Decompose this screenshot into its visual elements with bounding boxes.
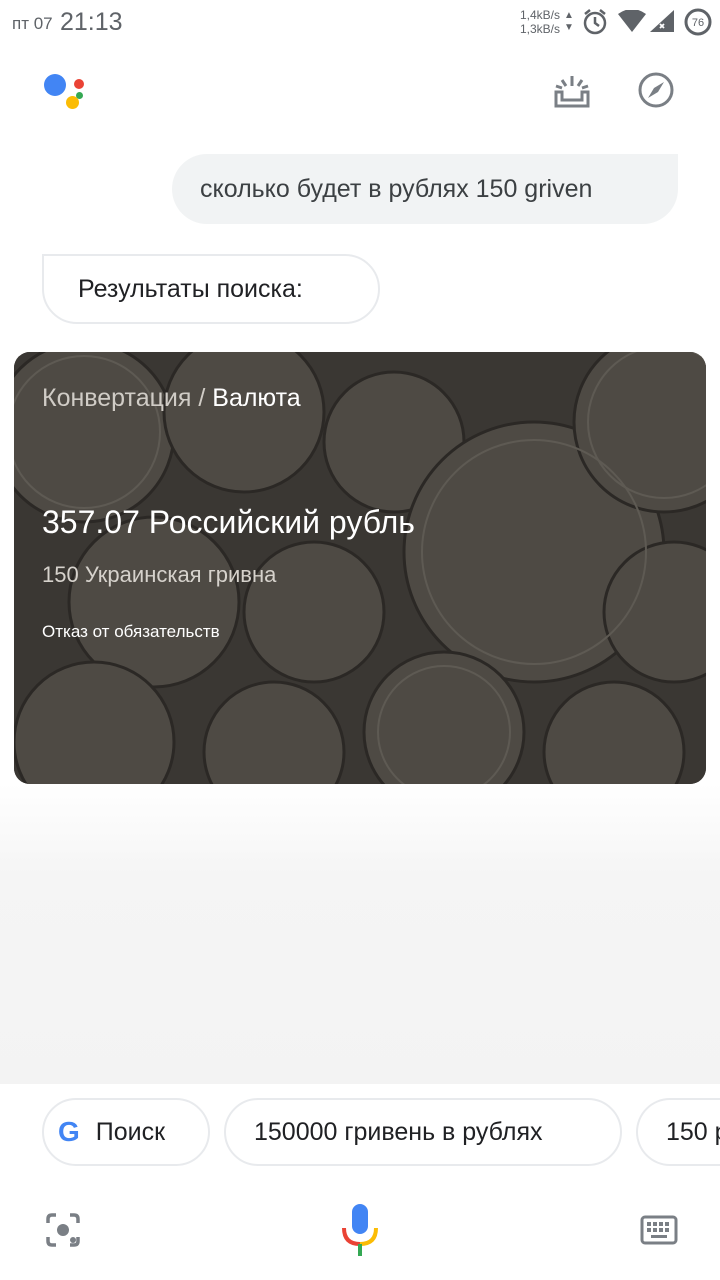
lens-button[interactable] [38, 1200, 88, 1264]
lens-icon [44, 1211, 82, 1254]
suggestion-chip-label: 150000 гривень в рублях [254, 1117, 543, 1146]
status-time: 21:13 [60, 8, 123, 36]
logo-red-dot [74, 79, 84, 89]
suggestion-chip-label: Поиск [95, 1117, 166, 1146]
suggestion-chips: G Поиск 150000 гривень в рублях 150 р [0, 1084, 720, 1280]
conversion-result: 357.07 Российский рубль [42, 504, 415, 540]
user-query-bubble[interactable]: сколько будет в рублях 150 griven [172, 154, 678, 224]
microphone-button[interactable] [334, 1200, 386, 1264]
wifi-icon [618, 9, 646, 37]
keyboard-icon [640, 1215, 678, 1250]
disclaimer-link[interactable]: Отказ от обязательств [42, 622, 220, 642]
battery-level: 76 [692, 17, 704, 29]
suggestion-chip-search[interactable]: G Поиск [42, 1098, 210, 1166]
currency-conversion-card[interactable]: Конвертация / Валюта 357.07 Российский р… [14, 352, 706, 784]
transfer-arrows-icon: ▲ ▼ [564, 10, 574, 33]
conversation-empty-area [0, 784, 720, 1084]
conversion-source-amount: 150 Украинская гривна [42, 562, 277, 587]
keyboard-button[interactable] [634, 1200, 684, 1264]
logo-blue-dot [44, 74, 66, 96]
card-category-prefix: Конвертация / [42, 384, 213, 412]
explore-button[interactable] [634, 70, 678, 114]
signal-icon [650, 10, 674, 37]
speed-up: 1,4kB/s [520, 8, 561, 22]
snapshot-icon [552, 70, 592, 115]
google-assistant-logo [40, 70, 90, 114]
card-category-main: Валюта [212, 384, 301, 412]
suggestion-chip[interactable]: 150000 гривень в рублях [224, 1098, 622, 1166]
speed-down: 1,3kB/s [520, 22, 561, 36]
explore-compass-icon [636, 70, 676, 115]
card-category: Конвертация / Валюта [42, 384, 301, 413]
assistant-reply-bubble: Результаты поиска: [42, 254, 380, 324]
microphone-icon [340, 1202, 380, 1263]
battery-icon: 76 [684, 8, 712, 41]
google-g-icon: G [58, 1116, 80, 1147]
network-speed: 1,4kB/s 1,3kB/s [520, 8, 560, 36]
suggestion-chip-label: 150 р [666, 1117, 720, 1146]
suggestion-chip[interactable]: 150 р [636, 1098, 720, 1166]
snapshot-button[interactable] [550, 70, 594, 114]
status-bar: пт 07 21:13 1,4kB/s 1,3kB/s ▲ ▼ 76 [0, 0, 720, 48]
logo-green-dot [76, 92, 83, 99]
alarm-icon [582, 8, 608, 41]
status-day: пт 07 [12, 14, 53, 33]
